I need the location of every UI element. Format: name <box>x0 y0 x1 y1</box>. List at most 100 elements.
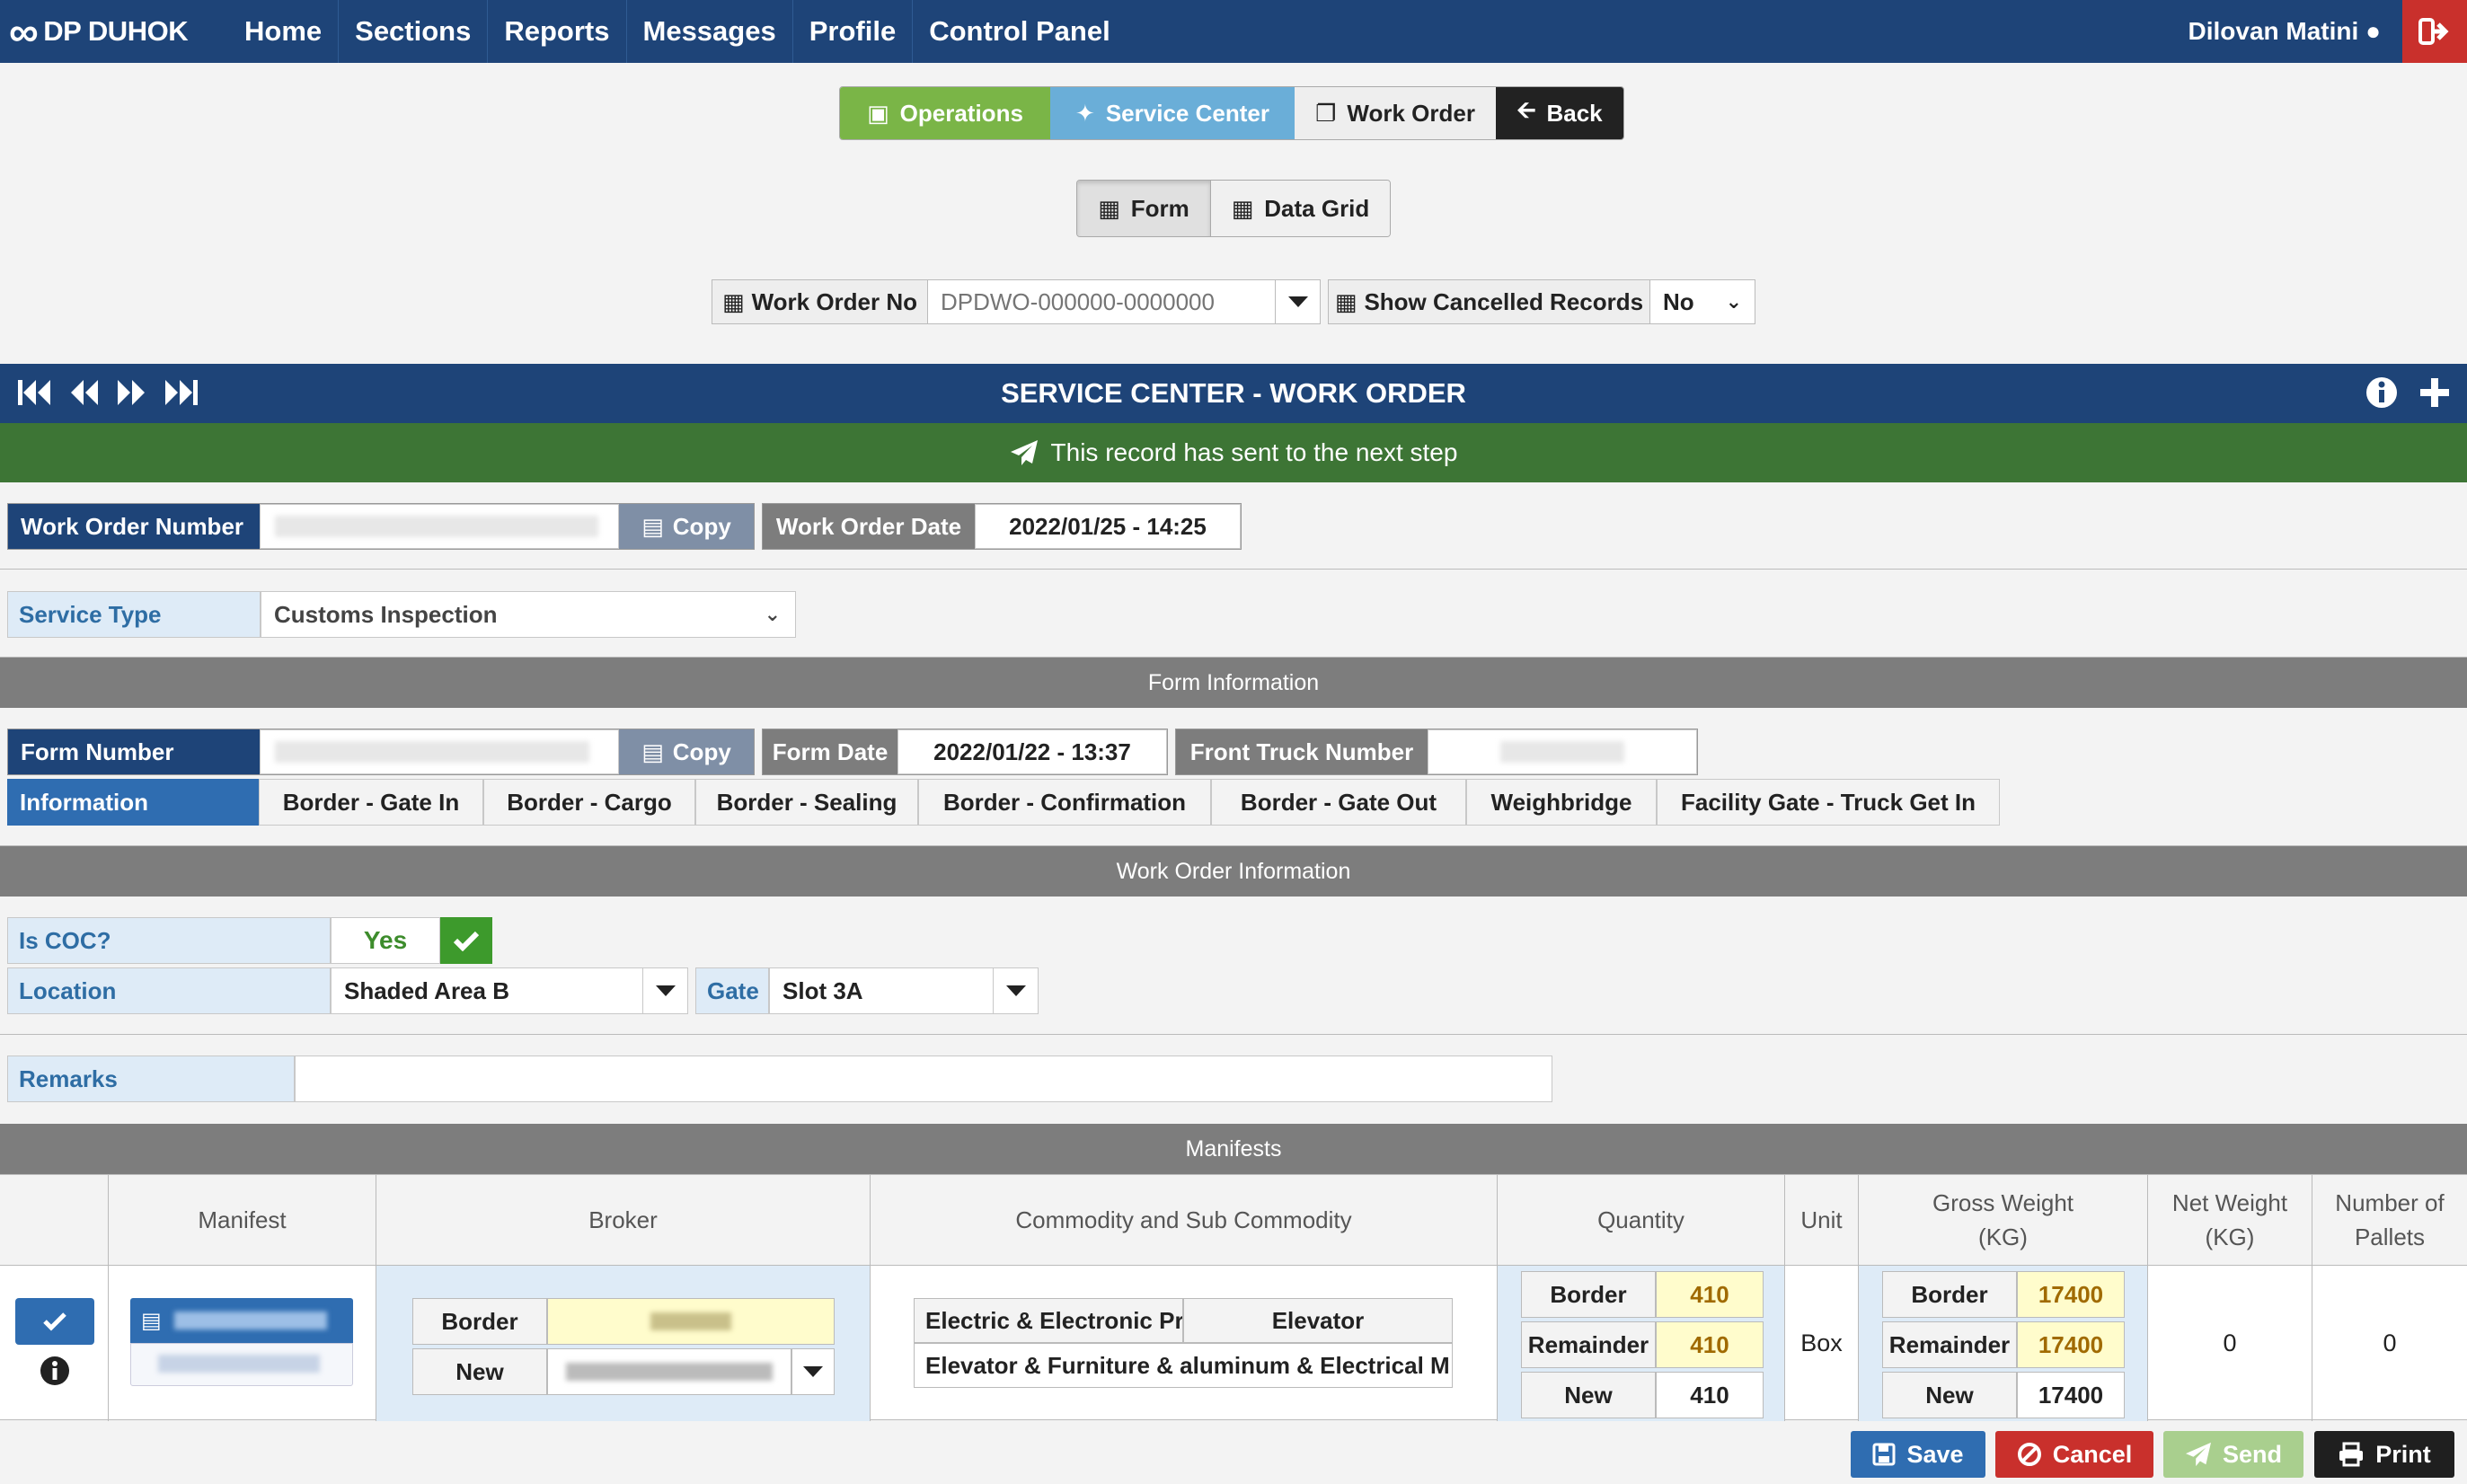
work-order-date-group: Work Order Date 2022/01/25 - 14:25 <box>762 503 1242 550</box>
form-tabs: Information Border - Gate In Border - Ca… <box>7 779 2000 826</box>
tab-border-confirmation[interactable]: Border - Confirmation <box>918 779 1211 826</box>
chevron-down-icon: ⌄ <box>764 603 781 625</box>
arrow-left-icon: 🡨 <box>1516 96 1536 123</box>
user-icon: ● <box>2365 17 2381 45</box>
is-coc-value: Yes <box>331 917 440 964</box>
puzzle-icon: ✦ <box>1075 99 1095 127</box>
data-grid-view-button[interactable]: ▦ Data Grid <box>1210 181 1390 236</box>
send-button[interactable]: Send <box>2163 1431 2303 1478</box>
remarks-input[interactable] <box>295 1056 1552 1102</box>
add-icon[interactable] <box>2418 376 2451 409</box>
work-order-button[interactable]: ❐ Work Order <box>1295 87 1496 139</box>
gross-weight-cell: Border 17400 Remainder 17400 New 17400 <box>1859 1266 2148 1421</box>
manifest-link[interactable]: ▤ <box>130 1298 353 1343</box>
form-date-label: Form Date <box>763 729 897 774</box>
cubes-icon: ▣ <box>867 99 889 127</box>
file-icon: ▦ <box>1334 287 1357 315</box>
remarks-label: Remarks <box>7 1056 295 1102</box>
tab-border-cargo[interactable]: Border - Cargo <box>483 779 695 826</box>
menu-messages[interactable]: Messages <box>627 0 793 63</box>
service-type-group: Service Type Customs Inspection ⌄ <box>7 591 796 638</box>
copy-form-number-button[interactable]: ▤ Copy <box>619 729 754 774</box>
service-type-select[interactable]: Customs Inspection ⌄ <box>261 591 796 638</box>
print-icon <box>2339 1442 2364 1467</box>
copy-work-order-number-button[interactable]: ▤ Copy <box>619 504 754 549</box>
last-record-icon[interactable] <box>162 376 199 409</box>
form-date-group: Form Date 2022/01/22 - 13:37 <box>762 729 1168 775</box>
copy-docs-icon: ❐ <box>1315 99 1337 127</box>
col-net-weight: Net Weight (KG) <box>2148 1175 2312 1266</box>
is-coc-toggle[interactable] <box>440 917 492 964</box>
work-order-no-dropdown[interactable] <box>1275 280 1320 323</box>
table-row <box>0 1266 109 1421</box>
menu-reports[interactable]: Reports <box>488 0 627 63</box>
col-unit: Unit <box>1785 1175 1859 1266</box>
menu-profile[interactable]: Profile <box>793 0 914 63</box>
menu-control-panel[interactable]: Control Panel <box>913 0 1127 63</box>
show-cancelled-label: ▦ Show Cancelled Records <box>1329 280 1650 323</box>
save-icon <box>1872 1443 1896 1466</box>
broker-new-select[interactable] <box>547 1348 791 1395</box>
form-number-value <box>260 729 619 774</box>
manifest-cell: ▤ <box>109 1266 376 1421</box>
row-info-icon[interactable] <box>40 1356 70 1386</box>
qty-new-label: New <box>1521 1372 1656 1418</box>
gw-new-value[interactable]: 17400 <box>2017 1372 2125 1418</box>
form-view-button[interactable]: ▦ Form <box>1077 181 1210 236</box>
tab-weighbridge[interactable]: Weighbridge <box>1466 779 1657 826</box>
broker-cell: Border New <box>376 1266 871 1421</box>
print-button[interactable]: Print <box>2314 1431 2454 1478</box>
tab-border-gate-in[interactable]: Border - Gate In <box>259 779 483 826</box>
caret-down-icon <box>1005 985 1026 996</box>
dp-logo-icon: ∞ <box>9 8 39 55</box>
manifest-sub <box>130 1343 353 1386</box>
location-select[interactable]: Shaded Area B <box>331 967 643 1014</box>
broker-new-dropdown[interactable] <box>791 1348 835 1395</box>
tab-facility-gate-truck-get-in[interactable]: Facility Gate - Truck Get In <box>1657 779 2000 826</box>
col-commodity: Commodity and Sub Commodity <box>871 1175 1498 1266</box>
col-select <box>0 1175 109 1266</box>
qty-new-value[interactable]: 410 <box>1656 1372 1764 1418</box>
tab-border-gate-out[interactable]: Border - Gate Out <box>1211 779 1466 826</box>
location-label: Location <box>7 967 331 1014</box>
menu-home[interactable]: Home <box>228 0 340 63</box>
work-order-no-input[interactable] <box>928 280 1275 323</box>
service-center-button[interactable]: ✦ Service Center <box>1050 87 1295 139</box>
unit-value: Box <box>1785 1266 1859 1421</box>
caret-down-icon <box>655 985 676 996</box>
logo[interactable]: ∞ DP DUHOK <box>9 0 189 63</box>
first-record-icon[interactable] <box>16 376 54 409</box>
col-gross-weight: Gross Weight (KG) <box>1859 1175 2148 1266</box>
info-icon[interactable] <box>2365 375 2399 410</box>
work-order-number-group: Work Order Number ▤ Copy <box>7 503 755 550</box>
user-menu[interactable]: Dilovan Matini ● <box>2188 0 2382 63</box>
cancel-button[interactable]: Cancel <box>1995 1431 2153 1478</box>
save-button[interactable]: Save <box>1851 1431 1985 1478</box>
work-order-date-label: Work Order Date <box>763 504 975 549</box>
logout-button[interactable] <box>2402 0 2467 63</box>
menu-sections[interactable]: Sections <box>339 0 489 63</box>
gate-select[interactable]: Slot 3A <box>769 967 994 1014</box>
pallets-value: 0 <box>2383 1329 2397 1356</box>
work-order-number-value <box>260 504 619 549</box>
show-cancelled-select[interactable]: No ⌄ <box>1650 280 1755 323</box>
front-truck-value <box>1428 729 1697 774</box>
next-record-icon[interactable] <box>115 376 147 409</box>
gw-border-value: 17400 <box>2017 1271 2125 1318</box>
previous-record-icon[interactable] <box>68 376 101 409</box>
gw-remainder-label: Remainder <box>1882 1321 2017 1368</box>
operations-button[interactable]: ▣ Operations <box>840 87 1050 139</box>
gate-dropdown[interactable] <box>994 967 1039 1014</box>
tab-information[interactable]: Information <box>7 779 259 826</box>
qty-remainder-value: 410 <box>1656 1321 1764 1368</box>
manifests-section: Manifests <box>0 1124 2467 1174</box>
tab-border-sealing[interactable]: Border - Sealing <box>695 779 918 826</box>
row-select-button[interactable] <box>15 1298 94 1345</box>
back-button[interactable]: 🡨 Back <box>1496 87 1623 139</box>
is-coc-label: Is COC? <box>7 917 331 964</box>
location-dropdown[interactable] <box>643 967 688 1014</box>
copy-file-icon: ▤ <box>641 512 664 540</box>
qty-remainder-label: Remainder <box>1521 1321 1656 1368</box>
service-type-label: Service Type <box>7 591 261 638</box>
col-pallets: Number of Pallets <box>2312 1175 2467 1266</box>
